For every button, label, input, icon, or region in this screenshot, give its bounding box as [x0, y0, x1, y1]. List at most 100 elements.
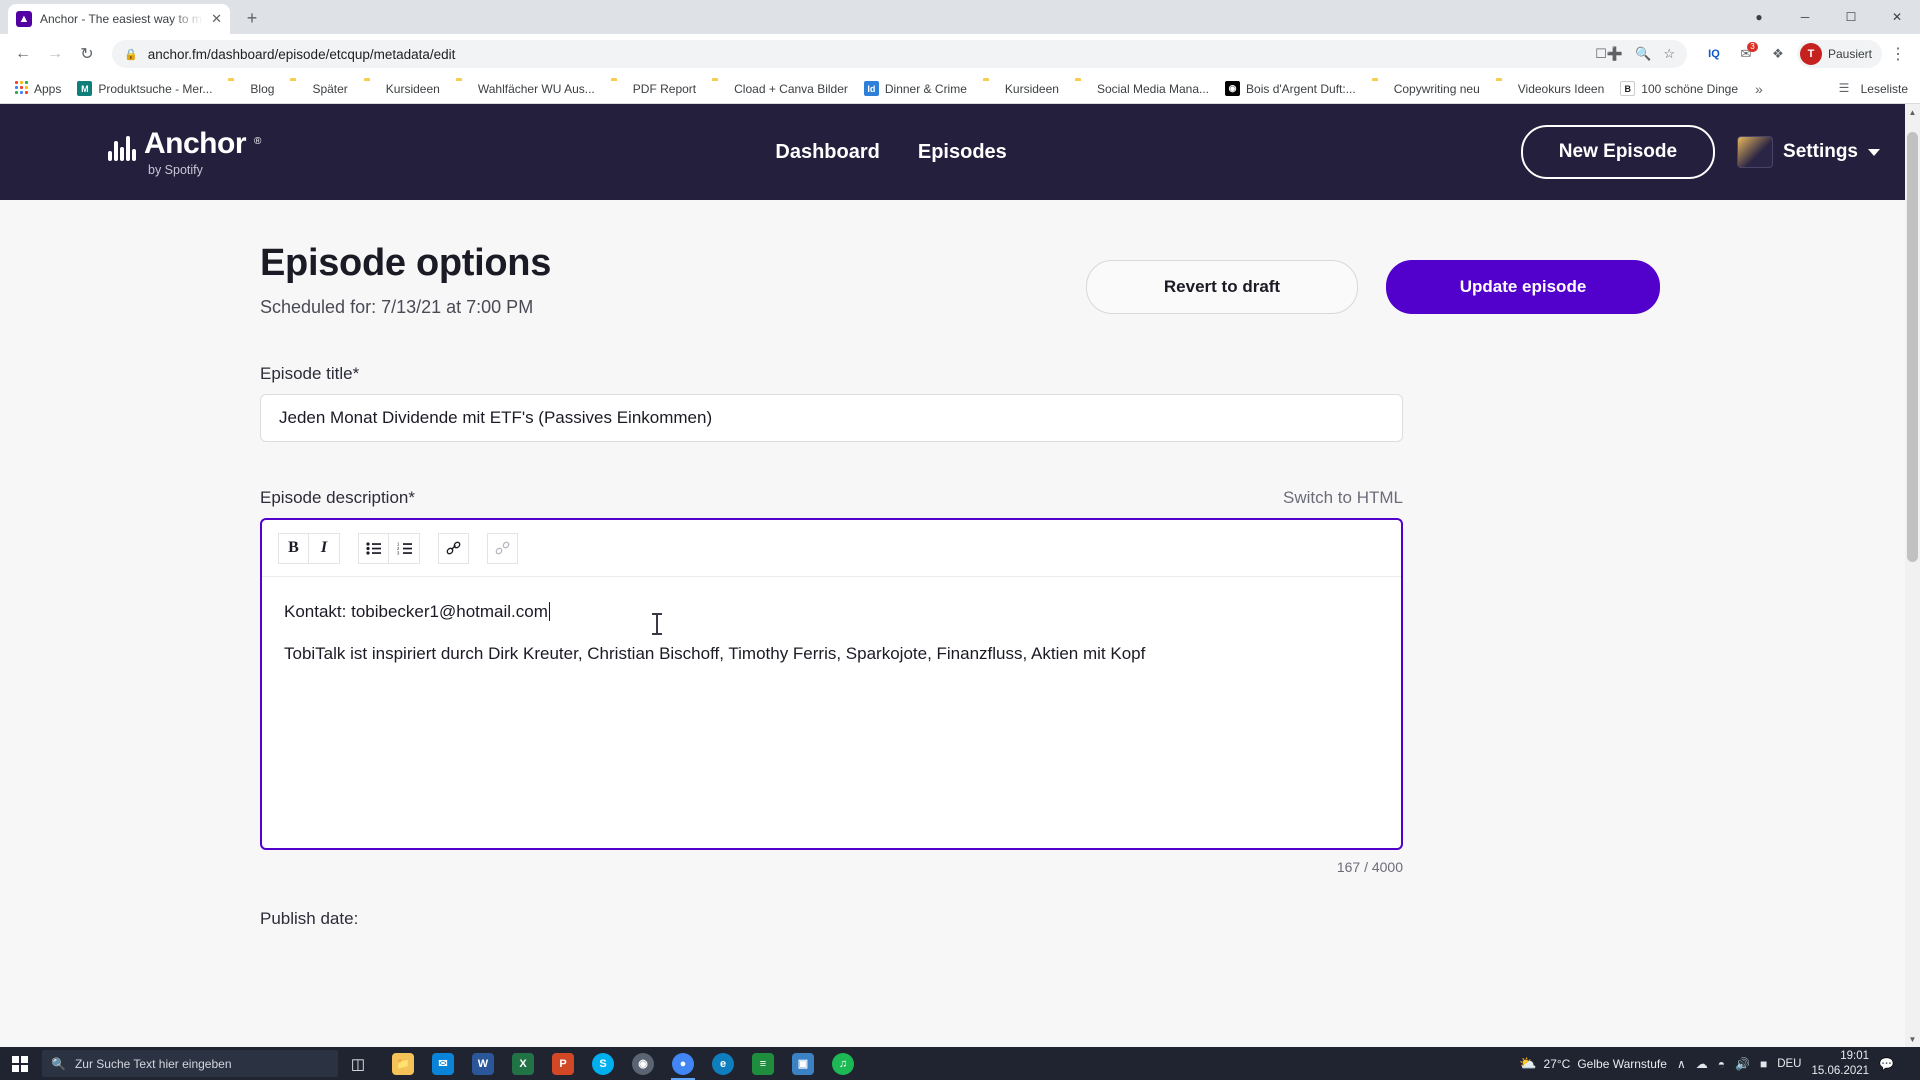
- scroll-up-arrow[interactable]: ▲: [1905, 104, 1920, 120]
- bookmark-label: Blog: [250, 81, 275, 96]
- url-text: anchor.fm/dashboard/episode/etcqup/metad…: [147, 46, 456, 62]
- taskbar-app-spotify[interactable]: ♫: [824, 1047, 862, 1080]
- translate-icon[interactable]: ☐➕: [1595, 46, 1623, 62]
- editor-paragraph: TobiTalk ist inspiriert durch Dirk Kreut…: [284, 644, 1146, 664]
- bookmark-dinner-crime[interactable]: Id Dinner & Crime: [857, 78, 974, 99]
- onedrive-icon[interactable]: ☁: [1696, 1057, 1708, 1071]
- zoom-search-icon[interactable]: 🔍: [1635, 46, 1651, 62]
- taskbar-app-skype[interactable]: S: [584, 1047, 622, 1080]
- taskbar-search-input[interactable]: 🔍 Zur Suche Text hier eingeben: [42, 1050, 338, 1077]
- weather-widget[interactable]: ⛅ 27°C Gelbe Warnstufe: [1519, 1055, 1667, 1072]
- episode-description-editor[interactable]: B I 1 2 3 Kontakt: tobibecker1@hotmail.c…: [260, 518, 1403, 850]
- page-scrollbar[interactable]: ▲ ▼: [1905, 104, 1920, 1047]
- page-header: Episode options Scheduled for: 7/13/21 a…: [260, 242, 1660, 318]
- bookmarks-overflow-icon[interactable]: »: [1747, 81, 1771, 97]
- character-counter: 167 / 4000: [1336, 859, 1403, 875]
- bookmark-100-schoene-dinge[interactable]: B 100 schöne Dinge: [1613, 78, 1745, 99]
- scrollbar-thumb[interactable]: [1907, 132, 1918, 562]
- start-button[interactable]: [0, 1047, 40, 1080]
- profile-button[interactable]: T Pausiert: [1796, 40, 1882, 68]
- task-view-icon[interactable]: ◫: [338, 1055, 378, 1073]
- episode-description-header: Episode description* Switch to HTML: [260, 488, 1403, 508]
- bookmark-blog[interactable]: Blog: [221, 78, 281, 100]
- new-tab-button[interactable]: +: [238, 4, 266, 32]
- taskbar-app-photos[interactable]: ▣: [784, 1047, 822, 1080]
- scheduled-text: Scheduled for: 7/13/21 at 7:00 PM: [260, 297, 534, 317]
- bookmark-wahlfaecher[interactable]: Wahlfächer WU Aus...: [449, 78, 602, 100]
- numbered-list-button[interactable]: 1 2 3: [389, 532, 420, 564]
- italic-button[interactable]: I: [309, 532, 340, 564]
- taskbar-app-word[interactable]: W: [464, 1047, 502, 1080]
- apps-grid-icon: [15, 80, 28, 97]
- content-inner: Episode options Scheduled for: 7/13/21 a…: [260, 200, 1660, 929]
- show-hidden-icons[interactable]: ∧: [1677, 1057, 1686, 1071]
- battery-icon[interactable]: ■: [1760, 1057, 1767, 1071]
- extensions-puzzle-icon[interactable]: ❖: [1765, 41, 1791, 67]
- volume-icon[interactable]: 🔊: [1735, 1057, 1750, 1071]
- taskbar-app-powerpoint[interactable]: P: [544, 1047, 582, 1080]
- browser-tab[interactable]: ▲ Anchor - The easiest way to mak ✕: [8, 4, 230, 34]
- taskbar-app-chrome[interactable]: ●: [664, 1047, 702, 1080]
- taskbar-app-mail[interactable]: ✉: [424, 1047, 462, 1080]
- reload-icon[interactable]: ↻: [72, 39, 102, 69]
- scroll-down-arrow[interactable]: ▼: [1905, 1031, 1920, 1047]
- show-desktop-button[interactable]: [1904, 1047, 1910, 1080]
- episode-title-input[interactable]: Jeden Monat Dividende mit ETF's (Passive…: [260, 394, 1403, 442]
- bookmark-videokurs[interactable]: Videokurs Ideen: [1489, 78, 1612, 100]
- clock-date: 15.06.2021: [1811, 1064, 1870, 1077]
- editor-body[interactable]: Kontakt: tobibecker1@hotmail.com TobiTal…: [262, 577, 1401, 848]
- switch-to-html-link[interactable]: Switch to HTML: [1283, 488, 1403, 508]
- nav-item-episodes[interactable]: Episodes: [918, 141, 1007, 164]
- clock[interactable]: 19:01 15.06.2021: [1811, 1049, 1869, 1078]
- powerpoint-icon: P: [552, 1052, 574, 1075]
- notification-icon[interactable]: 💬: [1879, 1057, 1894, 1071]
- minimize-button[interactable]: ─: [1782, 1, 1828, 33]
- anchor-logo[interactable]: Anchor ® by Spotify: [108, 127, 261, 177]
- extension-notification-icon[interactable]: ✉ 3: [1733, 41, 1759, 67]
- taskbar-app-file-explorer[interactable]: 📁: [384, 1047, 422, 1080]
- back-icon[interactable]: ←: [8, 39, 38, 69]
- bookmark-produktsuche[interactable]: M Produktsuche - Mer...: [70, 78, 219, 99]
- bookmark-bois-dargent[interactable]: ◉ Bois d'Argent Duft:...: [1218, 78, 1363, 99]
- bookmark-pdf-report[interactable]: PDF Report: [604, 78, 703, 100]
- bullet-list-button[interactable]: [358, 532, 389, 564]
- bookmark-apps[interactable]: Apps: [8, 78, 68, 100]
- bookmark-spaeter[interactable]: Später: [283, 78, 354, 100]
- language-indicator[interactable]: DEU: [1777, 1058, 1801, 1070]
- bookmark-kursideen-2[interactable]: Kursideen: [976, 78, 1066, 100]
- remove-link-button[interactable]: [487, 532, 518, 564]
- close-icon[interactable]: ✕: [211, 11, 222, 27]
- address-bar[interactable]: 🔒 anchor.fm/dashboard/episode/etcqup/met…: [112, 40, 1687, 68]
- more-icon[interactable]: ●: [1736, 1, 1782, 33]
- bookmark-social-media[interactable]: Social Media Mana...: [1068, 78, 1216, 100]
- unlink-icon: [495, 541, 509, 555]
- nav-item-dashboard[interactable]: Dashboard: [775, 141, 879, 164]
- extension-icons: IQ ✉ 3 ❖: [1697, 41, 1791, 67]
- window-controls: ● ─ ☐ ✕: [1736, 0, 1920, 34]
- bookmark-kursideen-1[interactable]: Kursideen: [357, 78, 447, 100]
- bold-button[interactable]: B: [278, 532, 309, 564]
- update-episode-button[interactable]: Update episode: [1386, 260, 1660, 314]
- forward-icon[interactable]: →: [40, 39, 70, 69]
- insert-link-button[interactable]: [438, 532, 469, 564]
- bookmark-cload-canva[interactable]: Cload + Canva Bilder: [705, 78, 855, 100]
- bookmark-label: 100 schöne Dinge: [1641, 81, 1739, 96]
- bookmark-label: Copywriting neu: [1393, 81, 1480, 96]
- network-icon[interactable]: ◓: [1718, 1057, 1725, 1071]
- taskbar-app-excel[interactable]: X: [504, 1047, 542, 1080]
- close-window-button[interactable]: ✕: [1874, 1, 1920, 33]
- star-icon[interactable]: ☆: [1663, 46, 1675, 62]
- new-episode-button[interactable]: New Episode: [1520, 125, 1716, 179]
- extension-iq-icon[interactable]: IQ: [1701, 41, 1727, 67]
- reading-list-button[interactable]: ☰ Leseliste: [1839, 81, 1912, 97]
- taskbar-app-edge[interactable]: e: [704, 1047, 742, 1080]
- taskbar-app-disc[interactable]: ◉: [624, 1047, 662, 1080]
- browser-menu-icon[interactable]: ⋮: [1884, 44, 1912, 64]
- taskbar-app-sheets[interactable]: ≡: [744, 1047, 782, 1080]
- bookmarks-bar: Apps M Produktsuche - Mer... Blog Später…: [0, 74, 1920, 104]
- maximize-button[interactable]: ☐: [1828, 1, 1874, 33]
- revert-to-draft-button[interactable]: Revert to draft: [1086, 260, 1358, 314]
- bookmark-label: Produktsuche - Mer...: [98, 81, 213, 96]
- settings-menu[interactable]: Settings: [1737, 136, 1880, 168]
- bookmark-copywriting[interactable]: Copywriting neu: [1365, 78, 1487, 100]
